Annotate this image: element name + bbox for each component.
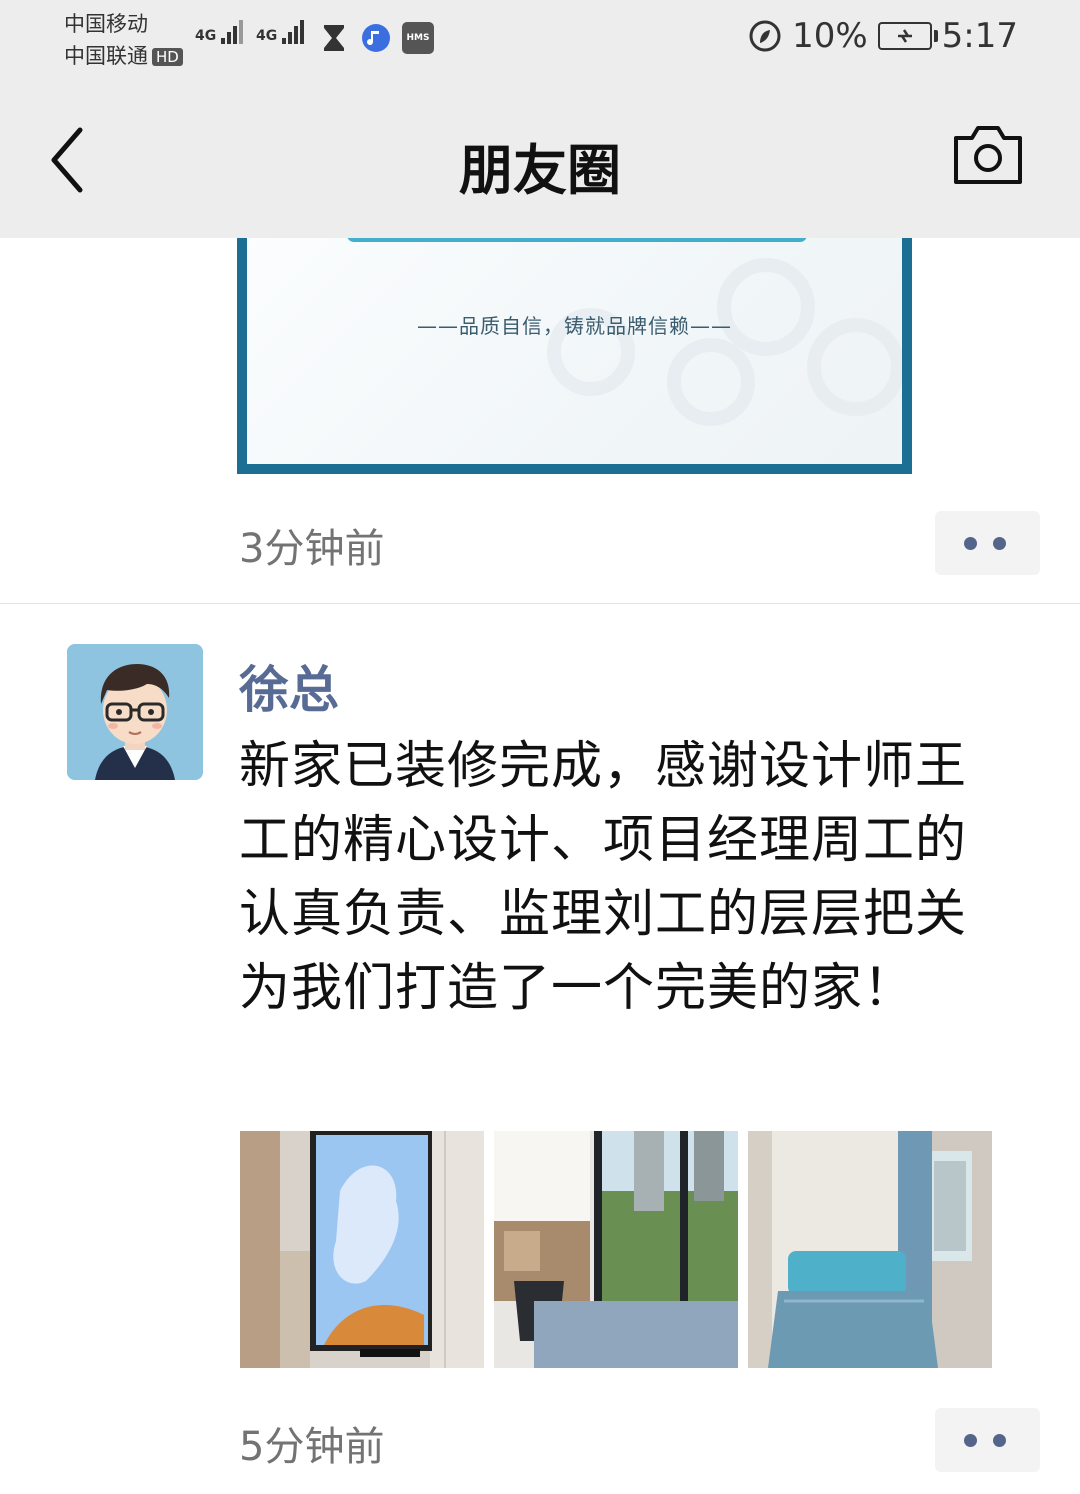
camera-icon[interactable] — [952, 124, 1024, 186]
post-photo-3[interactable] — [748, 1131, 992, 1368]
clock: 5:17 — [941, 16, 1018, 56]
hms-icon: HMS — [402, 22, 434, 54]
carrier-info: 中国移动 中国联通 HD — [64, 8, 183, 72]
post-timestamp: 5分钟前 — [239, 1424, 385, 1470]
page-title: 朋友圈 — [459, 139, 621, 202]
post-text: 新家已装修完成，感谢设计师王工的精心设计、项目经理周工的认真负责、监理刘工的层层… — [239, 737, 968, 1018]
music-app-icon — [362, 24, 390, 52]
post-image-poster[interactable]: ——品质自信，铸就品牌信赖—— — [237, 238, 912, 474]
post-photo-2[interactable] — [494, 1131, 738, 1368]
post-timestamp: 3分钟前 — [239, 526, 385, 572]
avatar-cartoon-man-icon — [67, 644, 203, 780]
signal-1-icon: 4G — [195, 20, 245, 44]
tv-wall-photo — [240, 1131, 484, 1368]
carrier-2: 中国联通 — [64, 44, 148, 68]
avatar[interactable] — [67, 644, 203, 780]
signal-2-icon: 4G — [256, 20, 306, 44]
bedroom-photo — [748, 1131, 992, 1368]
study-window-photo — [494, 1131, 738, 1368]
more-dots-icon[interactable] — [935, 511, 1040, 575]
poster-slogan: ——品质自信，铸就品牌信赖—— — [417, 314, 732, 338]
more-dots-icon[interactable] — [935, 1408, 1040, 1472]
status-bar: 中国移动 中国联通 HD 4G 4G HMS 10% 5:17 — [0, 0, 1080, 80]
post-photo-1[interactable] — [240, 1131, 484, 1368]
hourglass-icon — [324, 25, 344, 51]
eco-mode-icon — [749, 20, 781, 52]
post-divider — [0, 603, 1080, 604]
nav-bar: 朋友圈 — [0, 80, 1080, 238]
battery-icon — [877, 22, 938, 50]
status-right: 10% 5:17 — [748, 16, 1018, 56]
hd-badge: HD — [152, 48, 183, 66]
post-author[interactable]: 徐总 — [239, 650, 339, 722]
battery-percent: 10% — [792, 16, 868, 56]
carrier-1: 中国移动 — [64, 12, 148, 36]
